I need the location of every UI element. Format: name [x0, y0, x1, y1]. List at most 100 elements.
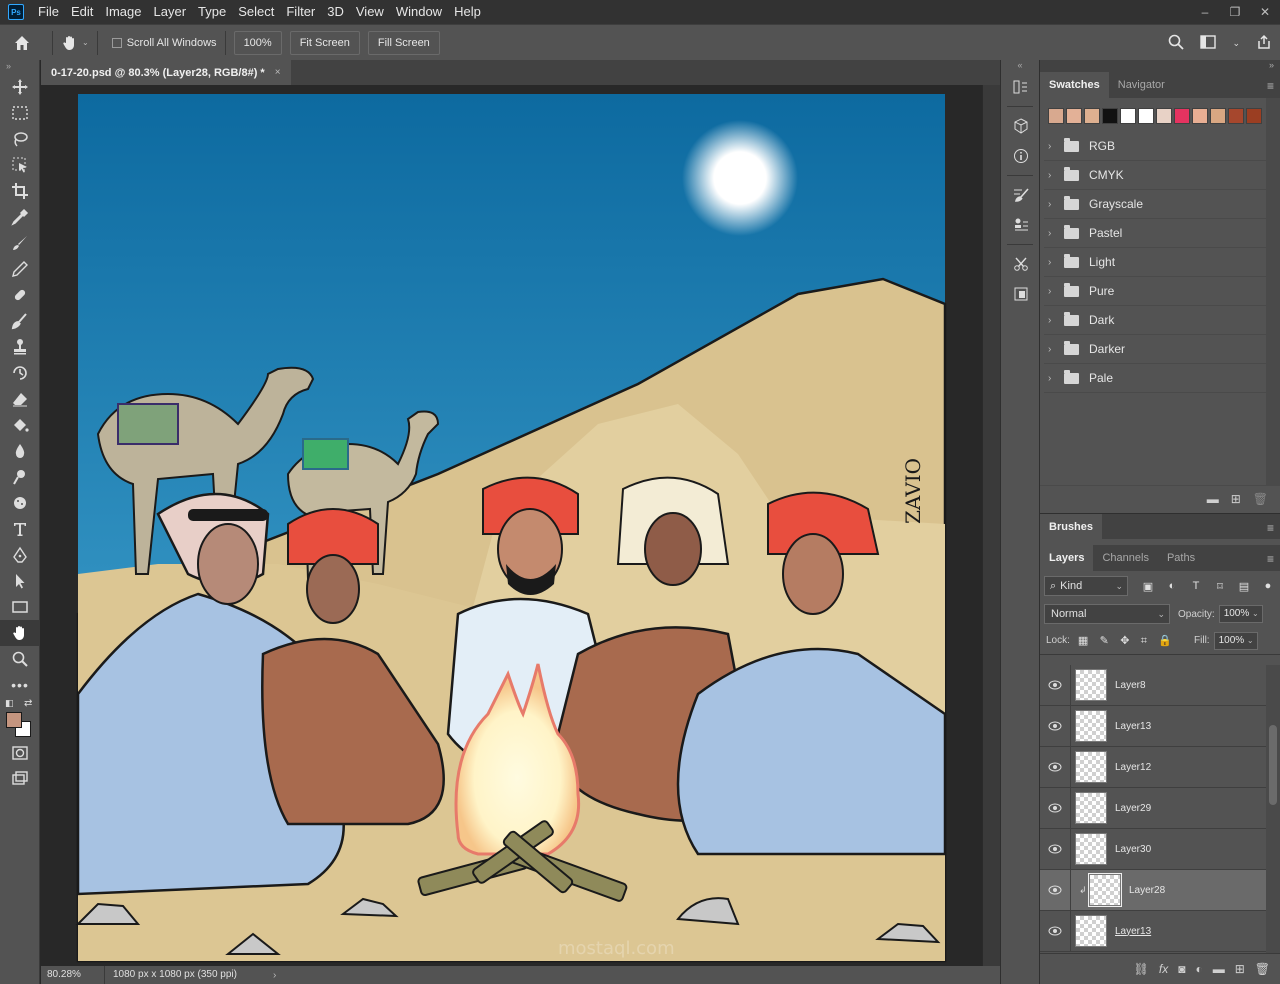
status-expand-icon[interactable]: › [273, 970, 276, 981]
pencil-tool[interactable] [0, 256, 40, 282]
move-tool[interactable] [0, 74, 40, 100]
menu-select[interactable]: Select [232, 0, 280, 24]
more-tools-button[interactable]: ••• [0, 672, 40, 698]
properties-panel-button[interactable] [1001, 279, 1041, 309]
restore-button[interactable]: ❐ [1220, 0, 1250, 24]
dock-collapse-icon[interactable]: « [1001, 60, 1039, 72]
mixer-brush-tool[interactable] [0, 308, 40, 334]
new-group-icon[interactable]: ▬ [1213, 962, 1225, 976]
eye-icon[interactable] [1040, 803, 1070, 813]
swatch-group-pure[interactable]: › Pure [1044, 277, 1266, 306]
lock-artboard-icon[interactable]: ⌗ [1141, 635, 1147, 647]
menu-file[interactable]: File [32, 0, 65, 24]
close-tab-icon[interactable]: × [275, 67, 281, 78]
swatch-group-cmyk[interactable]: › CMYK [1044, 161, 1266, 190]
tab-swatches[interactable]: Swatches [1040, 72, 1109, 98]
hand-tool-preset-button[interactable]: ⌄ [61, 34, 89, 52]
clone-source-button[interactable] [1001, 210, 1041, 240]
scroll-all-windows-checkbox[interactable]: Scroll All Windows [111, 37, 217, 49]
document-tab[interactable]: 0-17-20.psd @ 80.3% (Layer28, RGB/8#) * … [41, 60, 291, 85]
info-panel-button[interactable] [1001, 141, 1041, 171]
panel-menu-icon[interactable]: ≡ [1267, 521, 1274, 535]
fx-icon[interactable]: fx [1159, 962, 1168, 976]
fit-screen-button[interactable]: Fit Screen [289, 30, 360, 55]
type-filter-icon[interactable]: T [1184, 580, 1208, 593]
new-swatch-icon[interactable]: ⊞ [1231, 492, 1241, 506]
add-mask-icon[interactable]: ◙ [1178, 962, 1185, 976]
tab-layers[interactable]: Layers [1040, 545, 1094, 571]
3d-panel-button[interactable] [1001, 111, 1041, 141]
foreground-color[interactable] [6, 712, 22, 728]
type-tool[interactable] [0, 516, 40, 542]
clone-stamp-tool[interactable] [0, 334, 40, 360]
swatch-1[interactable] [1048, 108, 1064, 124]
fill-screen-button[interactable]: Fill Screen [367, 30, 440, 55]
lock-all-icon[interactable]: 🔒 [1158, 635, 1172, 647]
zoom-100-button[interactable]: 100% [233, 30, 282, 55]
panel-menu-icon[interactable]: ≡ [1267, 552, 1274, 566]
link-layers-icon[interactable]: ⛓ [1134, 962, 1149, 976]
blur-tool[interactable] [0, 438, 40, 464]
new-layer-icon[interactable]: ⊞ [1235, 962, 1245, 976]
marquee-tool[interactable] [0, 100, 40, 126]
healing-brush-tool[interactable] [0, 282, 40, 308]
chevron-down-icon[interactable]: ⌄ [1232, 38, 1240, 49]
menu-3d[interactable]: 3D [321, 0, 350, 24]
layer-row-layer13-lower[interactable]: Layer13 [1040, 910, 1266, 952]
shape-filter-icon[interactable]: ⌑ [1208, 580, 1232, 593]
eye-icon[interactable] [1040, 680, 1070, 690]
dodge-tool[interactable] [0, 464, 40, 490]
eye-icon[interactable] [1040, 885, 1070, 895]
eye-icon[interactable] [1040, 762, 1070, 772]
history-panel-button[interactable] [1001, 72, 1041, 102]
swatches-scrollbar[interactable] [1266, 98, 1280, 485]
canvas-vertical-scrollbar[interactable] [982, 85, 1000, 968]
layer-row-layer8[interactable]: Layer8 [1040, 665, 1266, 706]
smart-object-filter-icon[interactable]: ▤ [1232, 580, 1256, 593]
sponge-tool[interactable] [0, 490, 40, 516]
layer-row-layer13[interactable]: Layer13 [1040, 705, 1266, 747]
fill-input[interactable]: 100% ⌄ [1213, 631, 1258, 650]
layer-row-layer28[interactable]: ↲ Layer28 [1040, 869, 1266, 911]
collapse-toolbar-icon[interactable]: » [0, 60, 39, 74]
swatch-2[interactable] [1066, 108, 1082, 124]
menu-help[interactable]: Help [448, 0, 487, 24]
swatch-7[interactable] [1156, 108, 1172, 124]
menu-edit[interactable]: Edit [65, 0, 99, 24]
path-selection-tool[interactable] [0, 568, 40, 594]
close-button[interactable]: ✕ [1250, 0, 1280, 24]
brush-tool[interactable] [0, 230, 40, 256]
layer-row-layer12[interactable]: Layer12 [1040, 746, 1266, 788]
share-icon[interactable] [1256, 34, 1272, 53]
layer-row-layer29[interactable]: Layer29 [1040, 787, 1266, 829]
tab-brushes[interactable]: Brushes [1040, 514, 1103, 540]
lock-position-icon[interactable]: ✥ [1120, 635, 1129, 647]
canvas-artwork[interactable]: ZAVIO mostaql.com [41, 85, 982, 968]
eyedropper-tool[interactable] [0, 204, 40, 230]
eye-icon[interactable] [1040, 926, 1070, 936]
status-zoom[interactable]: 80.28% [41, 966, 105, 984]
filter-toggle-icon[interactable]: ● [1256, 580, 1280, 593]
crop-tool[interactable] [0, 178, 40, 204]
kind-filter-select[interactable]: ⌕ Kind ⌄ [1044, 576, 1128, 596]
canvas-area[interactable]: ZAVIO mostaql.com [41, 85, 982, 968]
swatch-group-darker[interactable]: › Darker [1044, 335, 1266, 364]
new-group-icon[interactable]: ▬ [1207, 492, 1219, 506]
eye-icon[interactable] [1040, 844, 1070, 854]
quick-mask-button[interactable] [0, 740, 40, 766]
tab-paths[interactable]: Paths [1158, 545, 1204, 571]
menu-layer[interactable]: Layer [148, 0, 193, 24]
menu-type[interactable]: Type [192, 0, 232, 24]
panel-menu-icon[interactable]: ≡ [1267, 79, 1274, 93]
swap-colors-icon[interactable]: ⇄ [24, 698, 32, 709]
swatch-11[interactable] [1228, 108, 1244, 124]
swatch-10[interactable] [1210, 108, 1226, 124]
adjustment-layer-icon[interactable]: ◐ [1195, 962, 1202, 976]
rectangle-tool[interactable] [0, 594, 40, 620]
default-colors-icon[interactable]: ◧ [5, 698, 14, 709]
swatch-5[interactable] [1120, 108, 1136, 124]
swatch-8[interactable] [1174, 108, 1190, 124]
hand-tool[interactable] [0, 620, 40, 646]
lock-transparent-icon[interactable]: ▦ [1078, 635, 1088, 647]
layers-scrollbar[interactable] [1266, 665, 1280, 953]
